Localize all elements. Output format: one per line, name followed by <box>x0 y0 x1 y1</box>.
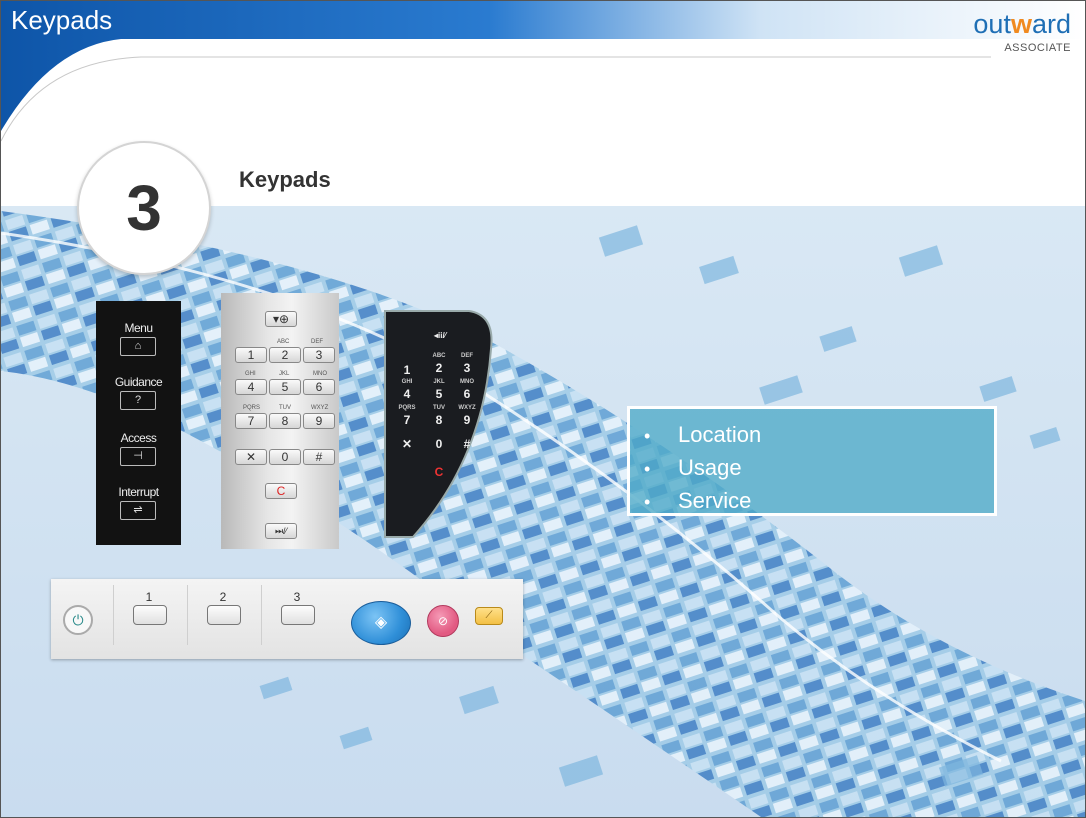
key-6[interactable]: 6 <box>457 387 477 401</box>
clear-key[interactable]: C <box>429 465 449 479</box>
key-letters: TUV <box>279 405 291 411</box>
memory-slot-1: 1 <box>113 585 184 645</box>
key-6[interactable]: 6 <box>303 379 335 395</box>
key-letters: TUV <box>433 405 445 411</box>
bullet-item: • Service <box>644 488 752 513</box>
memory-slot-3: 3 <box>261 585 332 645</box>
power-icon: ⏻ <box>72 612 84 628</box>
stop-button[interactable]: ⊘ <box>427 605 459 637</box>
section-title: Keypads <box>239 167 331 192</box>
key-2[interactable]: 2 <box>429 361 449 375</box>
key-letters: ABC <box>432 353 446 359</box>
clear-key[interactable]: C <box>265 483 297 499</box>
key-letters: PQRS <box>398 405 416 411</box>
interrupt-icon: ⇌ <box>133 504 143 516</box>
key-4[interactable]: 4 <box>235 379 267 395</box>
redial-pause-key[interactable]: ⏭/​⁄ <box>265 523 297 539</box>
key-2[interactable]: 2 <box>269 347 301 363</box>
menu-home-button[interactable]: ⌂ <box>120 337 156 356</box>
access-label: Access <box>120 431 157 445</box>
key-4[interactable]: 4 <box>397 387 417 401</box>
key-star[interactable]: ✕ <box>235 449 267 465</box>
key-letters: DEF <box>311 339 323 345</box>
header-band <box>1 1 1085 131</box>
key-9[interactable]: 9 <box>303 413 335 429</box>
keypad-curved-panel: ◂ii/⁄ ABC DEF 1 2 3 GHI JKL MNO 4 5 6 PQ… <box>383 309 495 541</box>
reset-icon: ⟋ <box>485 610 493 621</box>
guidance-label: Guidance <box>114 375 163 389</box>
slot-number: 1 <box>145 590 153 604</box>
bullet-box: • Location • Usage • Service <box>627 406 997 516</box>
slot-number: 3 <box>293 590 301 604</box>
stop-icon: ⊘ <box>437 614 449 628</box>
step-number: 3 <box>126 172 162 244</box>
key-letters: ABC <box>277 339 290 345</box>
key-letters: GHI <box>245 371 256 377</box>
start-icon: ◈ <box>374 614 388 631</box>
reset-button[interactable]: ⟋ <box>475 607 503 625</box>
key-3[interactable]: 3 <box>457 361 477 375</box>
key-hash[interactable]: # <box>457 437 477 451</box>
key-7[interactable]: 7 <box>235 413 267 429</box>
key-letters: DEF <box>461 353 473 359</box>
question-icon: ? <box>134 394 142 406</box>
home-icon: ⌂ <box>134 340 142 352</box>
brand-logo-text: out <box>973 9 1011 39</box>
brand-subtitle: ASSOCIATE <box>1004 42 1071 54</box>
key-1[interactable]: 1 <box>397 363 417 377</box>
step-circle: 3 <box>77 141 211 275</box>
key-7[interactable]: 7 <box>397 413 417 427</box>
brand-logo-text-end: ard <box>1031 9 1071 39</box>
memory-button-1[interactable] <box>133 605 167 625</box>
guidance-button[interactable]: ? <box>120 391 156 410</box>
key-star[interactable]: ✕ <box>397 437 417 451</box>
key-letters: MNO <box>460 379 474 385</box>
control-strip: ⏻ 1 2 3 ◈ ⊘ ⟋ <box>51 579 523 659</box>
key-hash[interactable]: # <box>303 449 335 465</box>
bullet-text: Service <box>678 488 752 513</box>
key-0[interactable]: 0 <box>429 437 449 451</box>
key-5[interactable]: 5 <box>269 379 301 395</box>
menu-label: Menu <box>124 321 153 335</box>
brand-logo-mark: w <box>1010 9 1032 39</box>
key-5[interactable]: 5 <box>429 387 449 401</box>
key-letters: JKL <box>433 379 445 385</box>
memory-button-3[interactable] <box>281 605 315 625</box>
key-letters: GHI <box>401 379 413 385</box>
zoom-key[interactable]: ▾⊕ <box>265 311 297 327</box>
access-button[interactable]: ⊣ <box>120 447 156 466</box>
key-letters: MNO <box>313 371 327 377</box>
power-saver-button[interactable]: ⏻ <box>63 605 93 635</box>
key-3[interactable]: 3 <box>303 347 335 363</box>
slide: Keypads outward ASSOCIATE 3 Keypads Menu… <box>0 0 1086 818</box>
keypad-silver-panel: ▾⊕ ABC DEF 1 2 3 GHI JKL MNO 4 5 6 PQRS … <box>221 293 339 549</box>
memory-slot-2: 2 <box>187 585 258 645</box>
key-letters: PQRS <box>243 405 261 411</box>
redial-key[interactable]: ◂ii/⁄ <box>427 331 453 340</box>
start-button[interactable]: ◈ <box>351 601 411 645</box>
keypad-black-panel: Menu ⌂ Guidance ? Access ⊣ Interrupt ⇌ <box>96 301 181 545</box>
memory-button-2[interactable] <box>207 605 241 625</box>
bullet-text: Location <box>678 422 762 447</box>
bullet-list: • Location • Usage • Service <box>630 409 994 518</box>
key-8[interactable]: 8 <box>269 413 301 429</box>
key-1[interactable]: 1 <box>235 347 267 363</box>
interrupt-button[interactable]: ⇌ <box>120 501 156 520</box>
key-letters: WXYZ <box>458 405 476 411</box>
key-letters: JKL <box>279 371 290 377</box>
key-9[interactable]: 9 <box>457 413 477 427</box>
access-icon: ⊣ <box>133 450 143 462</box>
bullet-item: • Usage <box>644 455 742 480</box>
key-0[interactable]: 0 <box>269 449 301 465</box>
header-title: Keypads <box>11 5 113 35</box>
brand-logo: outward ASSOCIATE <box>973 9 1071 55</box>
bullet-text: Usage <box>678 455 742 480</box>
key-8[interactable]: 8 <box>429 413 449 427</box>
key-letters: WXYZ <box>311 405 329 411</box>
slot-number: 2 <box>219 590 227 604</box>
interrupt-label: Interrupt <box>118 485 159 499</box>
bullet-item: • Location <box>644 422 762 447</box>
